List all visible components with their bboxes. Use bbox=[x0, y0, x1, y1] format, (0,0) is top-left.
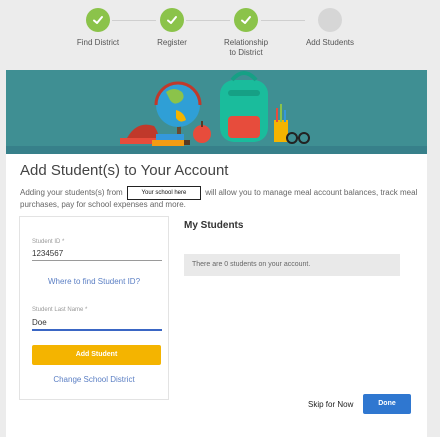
my-students-title: My Students bbox=[184, 220, 244, 231]
student-id-label: Student ID * bbox=[32, 239, 65, 245]
skip-for-now-link[interactable]: Skip for Now bbox=[308, 400, 353, 409]
page-description: Adding your students(s) from Your school… bbox=[20, 186, 420, 210]
step-relationship: Relationship to District bbox=[201, 8, 291, 58]
done-button[interactable]: Done bbox=[363, 394, 411, 414]
page-title: Add Student(s) to Your Account bbox=[20, 162, 229, 179]
where-to-find-student-id-link[interactable]: Where to find Student ID? bbox=[20, 277, 168, 286]
add-student-form: Student ID * 1234567 Where to find Stude… bbox=[19, 216, 169, 400]
step-add-students: Add Students bbox=[285, 8, 375, 48]
check-icon bbox=[234, 8, 258, 32]
main-card: Add Student(s) to Your Account Adding yo… bbox=[6, 70, 427, 437]
check-icon bbox=[86, 8, 110, 32]
progress-stepper: Find District Register Relationship to D… bbox=[0, 0, 440, 70]
last-name-input[interactable]: Doe bbox=[32, 318, 47, 327]
add-student-button[interactable]: Add Student bbox=[32, 345, 161, 365]
school-name-box: Your school here bbox=[126, 186, 201, 200]
step-label: Relationship to District bbox=[223, 38, 269, 57]
student-id-input[interactable]: 1234567 bbox=[32, 249, 63, 258]
school-supplies-banner bbox=[6, 70, 427, 154]
step-circle bbox=[318, 8, 342, 32]
school-supplies-illustration bbox=[6, 71, 427, 154]
step-label: Add Students bbox=[305, 38, 355, 47]
check-icon bbox=[160, 8, 184, 32]
last-name-underline bbox=[32, 329, 162, 331]
description-text: Adding your students(s) from bbox=[20, 188, 123, 198]
last-name-label: Student Last Name * bbox=[32, 307, 88, 313]
students-empty-state: There are 0 students on your account. bbox=[184, 254, 400, 276]
change-school-district-link[interactable]: Change School District bbox=[20, 375, 168, 384]
student-id-underline bbox=[32, 260, 162, 261]
